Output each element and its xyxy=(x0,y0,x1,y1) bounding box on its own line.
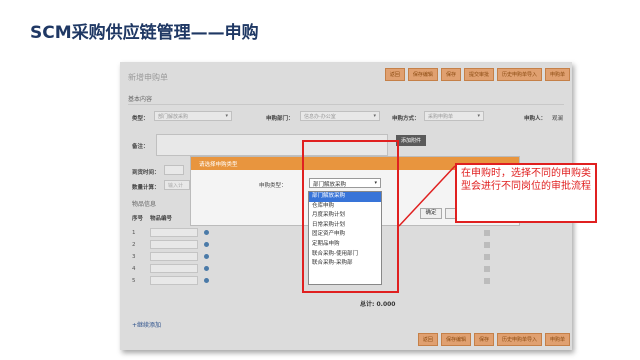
callout-note: 在申购时，选择不同的申购类型会进行不同岗位的审批流程 xyxy=(455,163,597,223)
